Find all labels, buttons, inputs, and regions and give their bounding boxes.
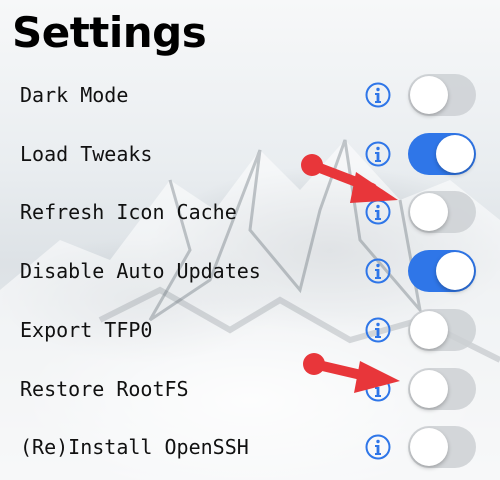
settings-row: Disable Auto Updates [0, 246, 500, 296]
setting-toggle[interactable] [408, 250, 476, 293]
settings-row: (Re)Install OpenSSH [0, 422, 500, 472]
setting-label: Restore RootFS [20, 376, 189, 401]
setting-label: Disable Auto Updates [20, 259, 261, 284]
info-circle-icon[interactable] [365, 199, 391, 225]
toggle-knob [410, 193, 448, 232]
info-circle-icon[interactable] [365, 376, 391, 402]
settings-row: Refresh Icon Cache [0, 187, 500, 237]
setting-label: Dark Mode [20, 83, 129, 107]
setting-toggle[interactable] [408, 191, 476, 234]
info-circle-icon[interactable] [365, 317, 391, 343]
info-circle-icon[interactable] [365, 82, 391, 108]
setting-label: Load Tweaks [20, 141, 153, 166]
info-circle-icon[interactable] [365, 258, 391, 284]
setting-toggle[interactable] [408, 132, 476, 175]
toggle-knob [410, 369, 448, 408]
setting-toggle[interactable] [408, 426, 476, 469]
setting-toggle[interactable] [408, 308, 476, 351]
settings-row: Export TFP0 [0, 305, 500, 355]
settings-row: Restore RootFS [0, 364, 500, 414]
toggle-knob [436, 252, 474, 291]
setting-toggle[interactable] [408, 74, 476, 116]
info-circle-icon[interactable] [365, 141, 391, 167]
page-title: Settings [12, 8, 207, 57]
toggle-knob [436, 134, 474, 173]
setting-label: (Re)Install OpenSSH [20, 435, 249, 460]
setting-toggle[interactable] [408, 367, 476, 410]
toggle-knob [410, 76, 448, 114]
toggle-knob [410, 428, 448, 467]
setting-label: Export TFP0 [20, 317, 153, 342]
settings-row: Dark Mode [0, 70, 500, 120]
info-circle-icon[interactable] [365, 434, 391, 460]
setting-label: Refresh Icon Cache [20, 200, 237, 225]
settings-row: Load Tweaks [0, 129, 500, 179]
toggle-knob [410, 310, 448, 349]
